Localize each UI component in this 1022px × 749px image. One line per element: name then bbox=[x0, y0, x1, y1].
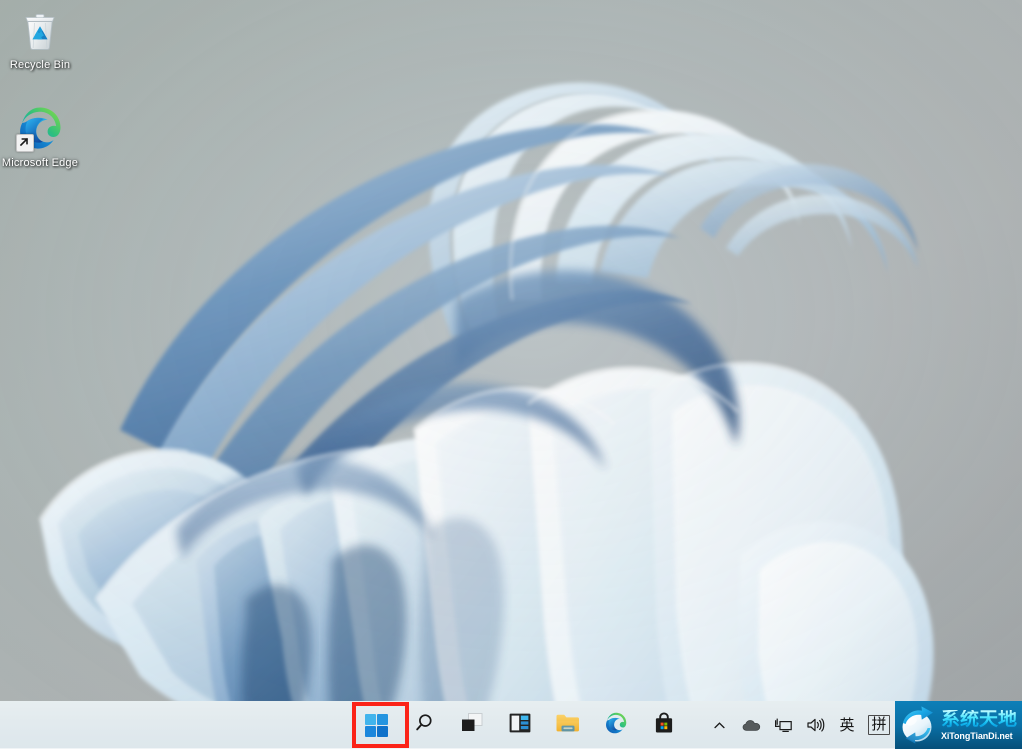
ime-pinyin-indicator[interactable]: 拼 bbox=[863, 708, 895, 742]
ime-pinyin-label: 拼 bbox=[868, 715, 890, 735]
network-icon[interactable] bbox=[767, 708, 799, 742]
recycle-bin-icon bbox=[16, 6, 64, 54]
widgets-button[interactable] bbox=[500, 705, 540, 745]
site-watermark-text: 系统天地 XiTongTianDi.net bbox=[940, 707, 1018, 741]
microsoft-edge-icon bbox=[16, 104, 64, 152]
show-hidden-icons-button[interactable] bbox=[703, 708, 735, 742]
file-explorer-button[interactable] bbox=[548, 705, 588, 745]
monitor-icon bbox=[774, 718, 792, 732]
search-icon bbox=[413, 712, 435, 739]
ime-language-indicator[interactable]: 英 bbox=[831, 708, 863, 742]
task-view-button[interactable] bbox=[452, 705, 492, 745]
widgets-icon bbox=[508, 712, 532, 739]
desktop-icon-microsoft-edge[interactable]: Microsoft Edge bbox=[1, 104, 79, 170]
speaker-icon bbox=[806, 718, 824, 732]
volume-icon[interactable] bbox=[799, 708, 831, 742]
taskbar-center-group bbox=[352, 701, 688, 749]
site-watermark: 系统天地 XiTongTianDi.net bbox=[895, 701, 1022, 749]
desktop-icon-recycle-bin[interactable]: Recycle Bin bbox=[1, 6, 79, 72]
ime-language-label: 英 bbox=[839, 715, 855, 734]
search-button[interactable] bbox=[404, 705, 444, 745]
site-title-cn: 系统天地 bbox=[941, 707, 1018, 730]
desktop[interactable]: Recycle Bin Microsoft Edge 英 拼 系统天地 XiTo… bbox=[0, 0, 1022, 749]
start-button[interactable] bbox=[356, 705, 396, 745]
task-view-icon bbox=[460, 712, 484, 739]
cloud-icon bbox=[742, 719, 760, 731]
shortcut-arrow-icon bbox=[16, 134, 34, 152]
chevron-up-icon bbox=[713, 721, 725, 728]
microsoft-edge-icon bbox=[604, 711, 628, 740]
onedrive-icon[interactable] bbox=[735, 708, 767, 742]
microsoft-store-icon bbox=[652, 711, 676, 740]
site-title-en: XiTongTianDi.net bbox=[941, 730, 1013, 741]
desktop-wallpaper bbox=[0, 0, 1022, 749]
taskbar[interactable]: 英 拼 bbox=[0, 701, 1022, 749]
file-explorer-icon bbox=[555, 712, 581, 739]
edge-button[interactable] bbox=[596, 705, 636, 745]
desktop-icon-label: Microsoft Edge bbox=[1, 157, 79, 169]
store-button[interactable] bbox=[644, 705, 684, 745]
desktop-icon-label: Recycle Bin bbox=[9, 59, 71, 71]
site-logo-icon bbox=[896, 703, 940, 747]
windows-logo-icon bbox=[364, 713, 388, 737]
